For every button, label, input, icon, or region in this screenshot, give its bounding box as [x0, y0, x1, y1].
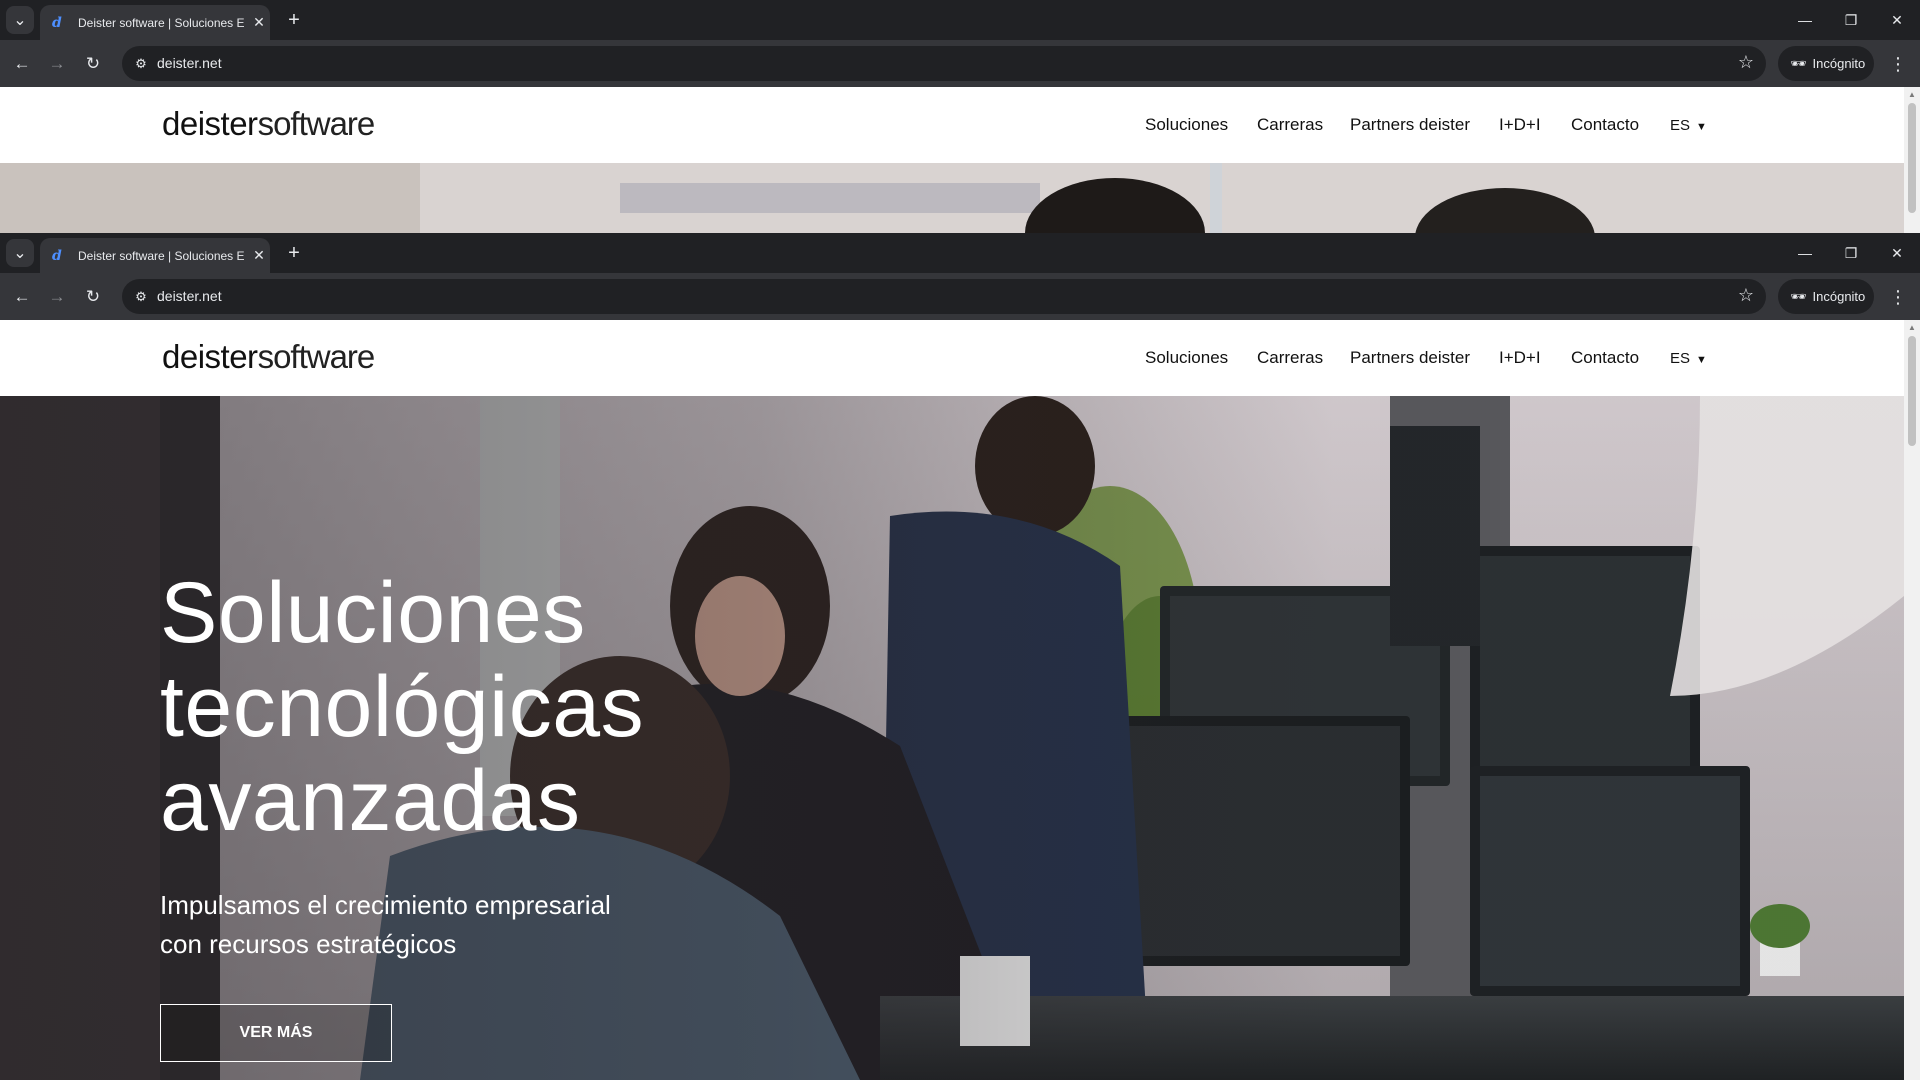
forward-icon[interactable]: → — [44, 284, 70, 310]
caret-down-icon: ▼ — [1696, 354, 1707, 366]
incognito-label: Incógnito — [1812, 56, 1866, 71]
site-logo[interactable]: deistersoftware — [162, 338, 375, 376]
close-icon[interactable]: ✕ — [250, 247, 268, 265]
tab-strip: ⌄ d Deister software | Soluciones ERP ✕ … — [0, 233, 1920, 273]
browser-toolbar: ← → ↻ ⚙ deister.net ☆ 🕶 Incógnito ⋮ — [0, 273, 1920, 320]
scroll-up-icon[interactable]: ▲ — [1908, 323, 1916, 332]
tab-title: Deister software | Soluciones ERP — [78, 248, 244, 263]
menu-icon[interactable]: ⋮ — [1886, 51, 1910, 77]
hero-image-strip — [0, 163, 1904, 233]
reload-icon[interactable]: ↻ — [80, 51, 106, 77]
window-close-icon[interactable]: ✕ — [1874, 0, 1920, 40]
language-selector[interactable]: ES ▼ — [1670, 117, 1707, 134]
site-header: deistersoftware Soluciones Carreras Part… — [0, 320, 1904, 396]
tab-strip: ⌄ d Deister software | Soluciones ERP ✕ … — [0, 0, 1920, 40]
hero-photo — [0, 163, 1904, 233]
tab-search-icon[interactable]: ⌄ — [6, 239, 34, 267]
site-info-icon[interactable]: ⚙ — [130, 53, 152, 75]
menu-icon[interactable]: ⋮ — [1886, 284, 1910, 310]
incognito-label: Incógnito — [1812, 289, 1866, 304]
window-close-icon[interactable]: ✕ — [1874, 233, 1920, 273]
scroll-thumb[interactable] — [1908, 103, 1916, 213]
url-text[interactable]: deister.net — [157, 288, 222, 304]
star-icon[interactable]: ☆ — [1738, 52, 1754, 73]
incognito-indicator[interactable]: 🕶 Incógnito — [1778, 279, 1874, 314]
nav-contacto[interactable]: Contacto — [1571, 115, 1639, 135]
minimize-icon[interactable]: — — [1782, 233, 1828, 273]
back-icon[interactable]: ← — [9, 284, 35, 310]
page-viewport: deistersoftware Soluciones Carreras Part… — [0, 87, 1920, 233]
nav-carreras[interactable]: Carreras — [1257, 348, 1323, 368]
site-header: deistersoftware Soluciones Carreras Part… — [0, 87, 1904, 163]
address-bar[interactable]: ⚙ deister.net ☆ — [122, 46, 1766, 81]
tab-title: Deister software | Soluciones ERP — [78, 15, 244, 30]
new-tab-icon[interactable]: + — [282, 8, 306, 32]
page-scrollbar[interactable]: ▲ — [1904, 87, 1920, 233]
close-icon[interactable]: ✕ — [250, 14, 268, 32]
active-tab[interactable]: d Deister software | Soluciones ERP ✕ — [40, 5, 270, 40]
scroll-thumb[interactable] — [1908, 336, 1916, 446]
incognito-indicator[interactable]: 🕶 Incógnito — [1778, 46, 1874, 81]
nav-contacto[interactable]: Contacto — [1571, 348, 1639, 368]
hero-section: Soluciones tecnológicas avanzadas Impuls… — [0, 396, 1904, 1080]
forward-icon[interactable]: → — [44, 51, 70, 77]
nav-idi[interactable]: I+D+I — [1499, 348, 1541, 368]
page-viewport: deistersoftware Soluciones Carreras Part… — [0, 320, 1920, 1080]
ver-mas-button[interactable]: VER MÁS — [160, 1004, 392, 1062]
restore-icon[interactable]: ❐ — [1828, 233, 1874, 273]
favicon-icon: d — [52, 14, 62, 31]
address-bar[interactable]: ⚙ deister.net ☆ — [122, 279, 1766, 314]
star-icon[interactable]: ☆ — [1738, 285, 1754, 306]
nav-soluciones[interactable]: Soluciones — [1145, 115, 1228, 135]
back-icon[interactable]: ← — [9, 51, 35, 77]
site-logo[interactable]: deistersoftware — [162, 105, 375, 143]
browser-window-front: ⌄ d Deister software | Soluciones ERP ✕ … — [0, 233, 1920, 1080]
new-tab-icon[interactable]: + — [282, 241, 306, 265]
incognito-icon: 🕶 — [1790, 55, 1807, 71]
incognito-icon: 🕶 — [1790, 288, 1807, 304]
active-tab[interactable]: d Deister software | Soluciones ERP ✕ — [40, 238, 270, 273]
nav-soluciones[interactable]: Soluciones — [1145, 348, 1228, 368]
favicon-icon: d — [52, 247, 62, 264]
url-text[interactable]: deister.net — [157, 55, 222, 71]
site-info-icon[interactable]: ⚙ — [130, 286, 152, 308]
minimize-icon[interactable]: — — [1782, 0, 1828, 40]
reload-icon[interactable]: ↻ — [80, 284, 106, 310]
nav-carreras[interactable]: Carreras — [1257, 115, 1323, 135]
tab-search-icon[interactable]: ⌄ — [6, 6, 34, 34]
scroll-up-icon[interactable]: ▲ — [1908, 90, 1916, 99]
restore-icon[interactable]: ❐ — [1828, 0, 1874, 40]
hero-subtitle: Impulsamos el crecimiento empresarial co… — [160, 890, 611, 959]
nav-partners[interactable]: Partners deister — [1350, 115, 1470, 135]
nav-partners[interactable]: Partners deister — [1350, 348, 1470, 368]
language-selector[interactable]: ES ▼ — [1670, 350, 1707, 367]
nav-idi[interactable]: I+D+I — [1499, 115, 1541, 135]
hero-title: Soluciones tecnológicas avanzadas — [160, 565, 645, 849]
browser-toolbar: ← → ↻ ⚙ deister.net ☆ 🕶 Incógnito ⋮ — [0, 40, 1920, 87]
caret-down-icon: ▼ — [1696, 121, 1707, 133]
browser-window-back: ⌄ d Deister software | Soluciones ERP ✕ … — [0, 0, 1920, 233]
page-scrollbar[interactable]: ▲ — [1904, 320, 1920, 1080]
